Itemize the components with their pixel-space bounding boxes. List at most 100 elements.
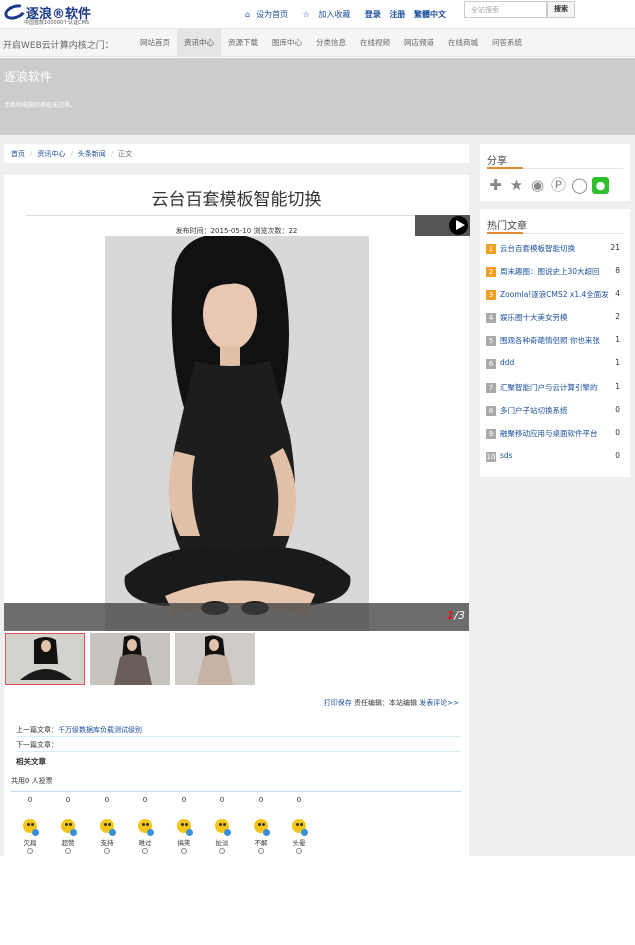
hot-articles-panel: 热门文章 1 云台百套模板智能切换 21 2 周末趣图：图说史上30大超回 8 3 Zoo… [480,209,630,477]
mood-count: 0 [27,796,33,804]
star-icon[interactable]: ★ [508,177,525,194]
nav-item-news[interactable]: 资讯中心 [177,29,221,57]
wechat-icon[interactable]: ● [592,177,609,194]
login-link[interactable]: 登录 [365,10,381,19]
register-link[interactable]: 注册 [389,10,405,19]
home-icon: ⌂ [245,10,251,19]
mood-option[interactable]: 超赞 [53,817,83,854]
hot-article-item[interactable]: 4 娱乐圈十大美女劳模 2 [486,311,626,334]
nav-item-home[interactable]: 网站首页 [133,29,177,57]
mood-radio[interactable] [258,848,264,854]
article: 云台百套模板智能切换 发布时间：2015-05-10 浏览次数：22 1/3 打… [4,175,470,857]
thumbnail-2[interactable] [90,633,170,685]
mood-option[interactable]: 难过 [130,817,160,854]
weibo-icon[interactable]: ◉ [529,177,546,194]
gallery-main-photo[interactable] [105,236,369,631]
hot-article-item[interactable]: 10 sds 0 [486,450,626,473]
mood-radio[interactable] [65,848,71,854]
page: 逐浪®软件 中国首款100000个认证CMS ⌂ 设为首页 ☆ 加入收藏 登录 注… [0,0,635,945]
mood-radio[interactable] [219,848,225,854]
nav-item-mall[interactable]: 在线商城 [441,29,485,57]
mood-count: 0 [181,796,187,804]
add-favorite-link[interactable]: ☆ 加入收藏 [303,10,357,19]
breadcrumb-current: 正文 [118,150,133,158]
banner-subtitle: 手机和电脑的表现无边界。 [4,102,77,109]
thumbnail-2-image [90,633,170,685]
breadcrumb-news[interactable]: 资讯中心 [37,150,65,158]
plus-icon[interactable]: ✚ [487,177,504,194]
pinterest-icon[interactable]: Ⓟ [550,177,567,194]
hot-articles-title: 热门文章 [487,221,527,232]
hot-article-item[interactable]: 5 围观各种奇葩情侣照 你也来张 1 [486,334,626,357]
mood-option[interactable]: 扯淡 [207,817,237,854]
mood-face-icon [213,817,231,837]
mood-face-icon [98,817,116,837]
mood-option[interactable]: 搞笑 [169,817,199,854]
title-divider [26,215,416,216]
mood-option[interactable]: 不解 [246,817,276,854]
hot-article-item[interactable]: 6 ddd 1 [486,357,626,380]
thumbnail-3[interactable] [175,633,255,685]
mood-count: 0 [258,796,264,804]
mood-radio[interactable] [181,848,187,854]
site-logo[interactable]: 逐浪®软件 中国首款100000个认证CMS [2,1,104,27]
hot-article-item[interactable]: 8 多门户子站切换系统 0 [486,404,626,427]
print-save-link[interactable]: 打印保存 [324,699,352,707]
main-nav: 开启WEB云计算内核之门： 网站首页 资讯中心 资源下载 图库中心 分类信息 在… [0,28,635,57]
article-meta: 发布时间：2015-05-10 浏览次数：22 [175,227,298,235]
nav-item-downloads[interactable]: 资源下载 [221,29,265,57]
nav-item-gallery[interactable]: 图库中心 [265,29,309,57]
hot-article-item[interactable]: 3 Zoomla!逐浪CMS2 x1.4全面发 4 [486,288,626,311]
set-homepage-link[interactable]: ⌂ 设为首页 [245,10,294,19]
next-gallery-button[interactable] [415,215,470,236]
traditional-chinese-link[interactable]: 繁體中文 [414,10,446,19]
mood-face-icon [175,817,193,837]
mood-radio[interactable] [104,848,110,854]
play-arrow-icon [456,220,465,230]
renren-icon[interactable]: ◯ [571,177,588,194]
next-article-row: 下一篇文章： [16,737,461,752]
nav-item-classifieds[interactable]: 分类信息 [309,29,353,57]
mood-face-icon [290,817,308,837]
article-title: 云台百套模板智能切换 [151,190,322,210]
post-comment-link[interactable]: 发表评论>> [419,699,459,707]
hot-article-item[interactable]: 2 周末趣图：图说史上30大超回 8 [486,265,626,288]
mood-vote-options: 欠扁 超赞 支持 难过 搞笑 扯淡 不解 头晕 [4,817,469,857]
mood-counts: 0 0 0 0 0 0 0 0 [4,796,469,806]
hot-article-item[interactable]: 1 云台百套模板智能切换 21 [486,242,626,265]
hot-article-item[interactable]: 9 融聚移动应用与桌面软件平台 0 [486,427,626,450]
thumbnail-1[interactable] [5,633,85,685]
star-icon: ☆ [302,10,313,19]
mood-count: 0 [296,796,302,804]
share-icons: ✚ ★ ◉ Ⓟ ◯ ● [487,177,617,195]
nav-items: 网站首页 资讯中心 资源下载 图库中心 分类信息 在线视频 网店频道 在线商城 … [133,29,529,58]
prev-next-links: 上一篇文章：千万级数据库负载测试级别 下一篇文章： [16,722,461,752]
share-title-underline [487,167,523,169]
mood-face-icon [59,817,77,837]
mood-count: 0 [219,796,225,804]
mood-radio[interactable] [27,848,33,854]
nav-item-shop-channel[interactable]: 网店频道 [397,29,441,57]
search-button[interactable]: 搜索 [547,1,575,18]
share-title: 分享 [487,156,507,167]
logo-tagline: 中国首款100000个认证CMS [24,20,90,26]
search-input[interactable]: 全站搜索 [464,1,547,18]
thumbnail-3-image [175,633,255,685]
nav-item-qa[interactable]: 问答系统 [485,29,529,57]
mood-radio[interactable] [296,848,302,854]
mood-option[interactable]: 头晕 [284,817,314,854]
hot-article-item[interactable]: 7 汇聚智能门户与云计算引擎的 1 [486,381,626,404]
mood-radio[interactable] [142,848,148,854]
editor-text: 责任编辑：本站编辑 [354,699,418,707]
breadcrumb-home[interactable]: 首页 [11,150,25,158]
mood-face-icon [252,817,270,837]
mood-count: 0 [104,796,110,804]
nav-item-video[interactable]: 在线视频 [353,29,397,57]
mood-option[interactable]: 欠扁 [15,817,45,854]
breadcrumb-headlines[interactable]: 头条新闻 [78,150,106,158]
gallery-caption-bar: 1/3 [4,603,469,631]
mood-option[interactable]: 支持 [92,817,122,854]
prev-article-link[interactable]: 千万级数据库负载测试级别 [58,726,142,734]
share-panel: 分享 ✚ ★ ◉ Ⓟ ◯ ● [480,144,630,201]
nav-brand-text: 开启WEB云计算内核之门： [3,41,114,51]
